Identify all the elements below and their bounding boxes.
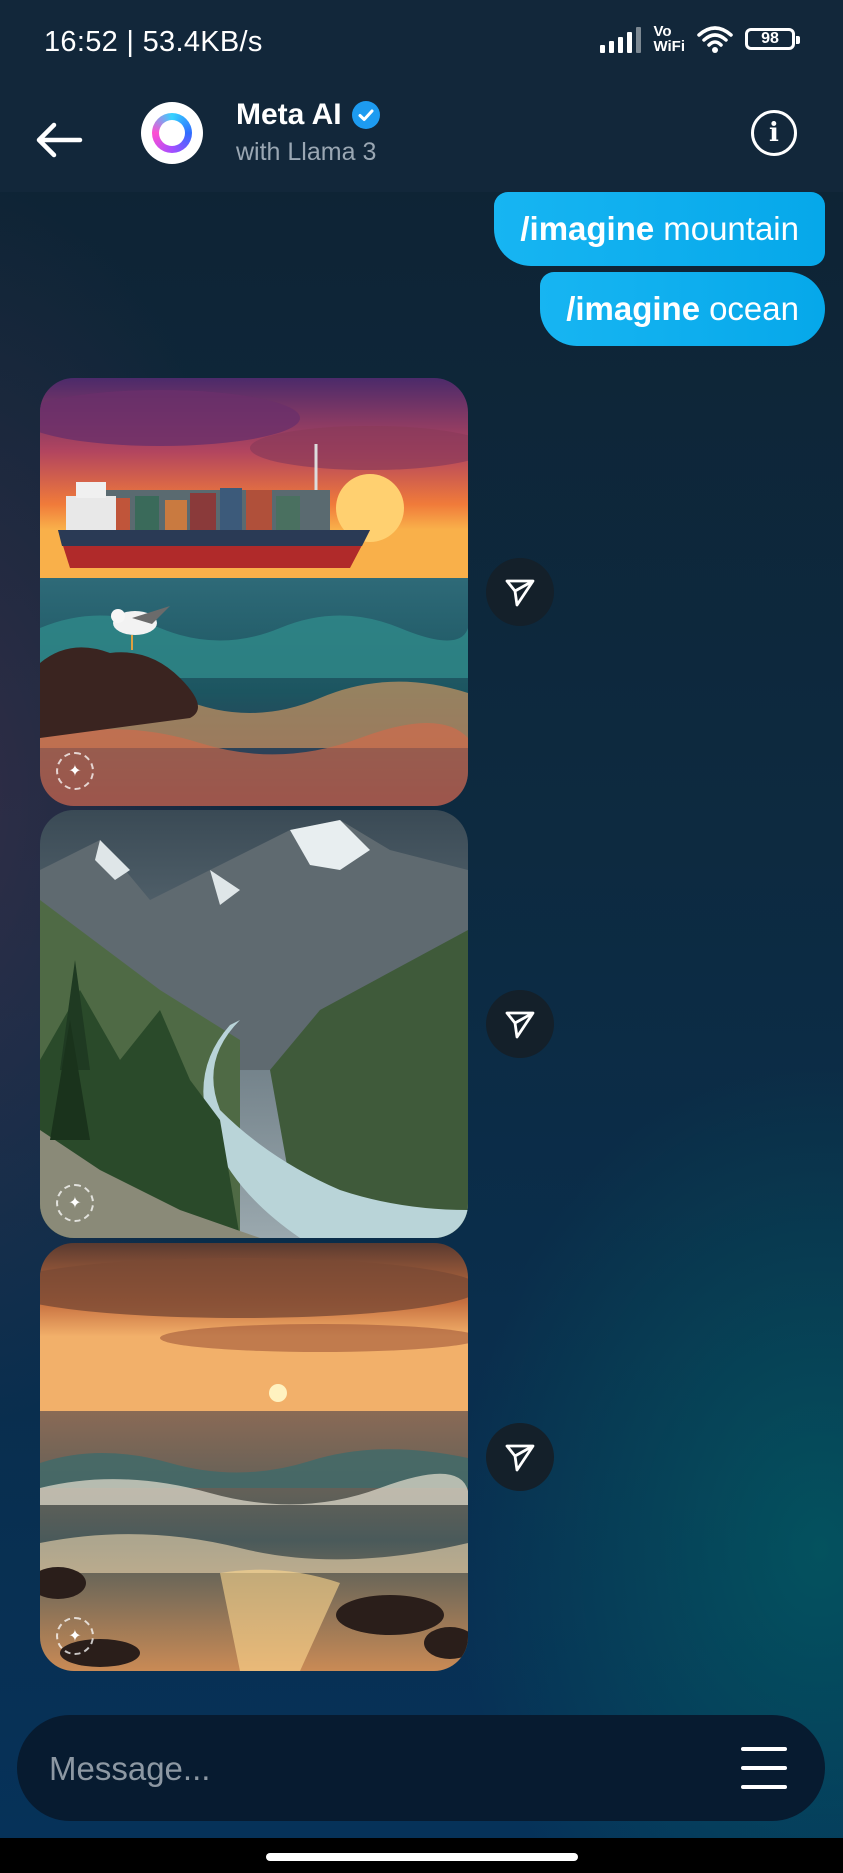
contact-name-label: Meta AI [236,98,342,131]
menu-button[interactable] [741,1747,787,1789]
back-arrow-icon [36,122,83,158]
share-button[interactable] [486,1423,554,1491]
message-text: ocean [709,290,799,327]
share-icon [505,1444,535,1472]
message-command: /imagine [520,210,655,247]
share-icon [505,579,535,607]
message-bubble[interactable]: /imagine ocean [540,272,825,346]
info-icon: i [769,118,779,148]
chat-screen: 16:52 | 53.4KB/s Vo WiFi 98 Meta AI with… [0,0,843,1873]
back-button[interactable] [30,110,90,170]
message-bubble[interactable]: /imagine mountain [494,192,825,266]
ship-sunset-image [40,378,468,806]
meta-ai-logo-icon [152,113,192,153]
wifi-icon [697,26,733,53]
contact-name[interactable]: Meta AI [236,98,380,132]
mountain-valley-image [40,810,468,1238]
contact-subtitle: with Llama 3 [236,138,377,166]
avatar[interactable] [141,102,203,164]
status-bar: 16:52 | 53.4KB/s Vo WiFi 98 [0,0,843,88]
message-input[interactable] [47,1745,691,1793]
generated-image-mountain[interactable]: ✦ [40,810,468,1238]
battery-icon: 98 [745,28,800,50]
message-composer [17,1715,825,1821]
menu-icon [741,1747,787,1751]
share-icon [505,1011,535,1039]
generated-image-ocean[interactable]: ✦ [40,1243,468,1671]
message-command: /imagine [566,290,701,327]
verified-icon [351,101,380,129]
signal-icon [600,25,642,53]
status-time-speed: 16:52 | 53.4KB/s [44,26,263,58]
share-button[interactable] [486,558,554,626]
info-button[interactable]: i [751,110,797,156]
ai-watermark-icon: ✦ [56,1184,94,1222]
home-indicator[interactable] [266,1853,578,1861]
vowifi-icon: Vo WiFi [653,23,685,55]
ocean-sunset-image [40,1243,468,1671]
system-nav-bar [0,1838,843,1873]
generated-image-ship[interactable]: ✦ [40,378,468,806]
ai-watermark-icon: ✦ [56,752,94,790]
message-text: mountain [663,210,799,247]
chat-header: Meta AI with Llama 3 i [0,88,843,192]
share-button[interactable] [486,990,554,1058]
status-icons: Vo WiFi 98 [600,23,800,55]
battery-level: 98 [761,30,779,47]
ai-watermark-icon: ✦ [56,1617,94,1655]
